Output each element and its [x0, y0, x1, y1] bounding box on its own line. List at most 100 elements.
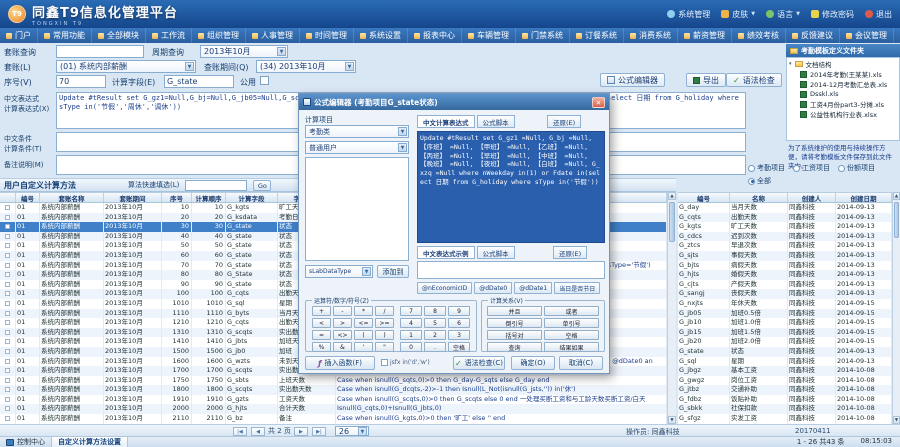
tab-control-center[interactable]: 控制中心 [0, 437, 52, 447]
menu-item-15[interactable]: 反馈建议 [786, 28, 840, 43]
main-header-1[interactable]: 套账名称 [40, 193, 104, 202]
row-select-cell[interactable] [0, 280, 16, 290]
operator-key-11[interactable]: ) [375, 330, 394, 340]
tree-item-0[interactable]: ▾文档结构 [787, 59, 899, 69]
main-header-2[interactable]: 套账期间 [104, 193, 162, 202]
row-select-cell[interactable] [0, 366, 16, 376]
field-header-0[interactable]: 编号 [678, 193, 730, 202]
field-row[interactable]: G_cqts出勤天数同鑫科技2014-09-13 [678, 213, 892, 223]
field-row[interactable]: G_sjts事假天数同鑫科技2014-09-13 [678, 251, 892, 261]
prev-page-button[interactable]: ◀ [251, 427, 265, 436]
expression-editor[interactable]: Update #tResult set G_gz1 =Null, G_bj =N… [417, 131, 605, 243]
radio-filter-0[interactable]: 考勤项目 [748, 163, 785, 173]
function-listbox[interactable] [305, 157, 409, 261]
tree-item-4[interactable]: 工资4月份part3-分摊.xls [787, 99, 899, 109]
operator-key-15[interactable]: " [375, 342, 394, 352]
row-checkbox[interactable] [5, 406, 10, 411]
field-row[interactable]: G_sangj丧假天数同鑫科技2014-09-13 [678, 289, 892, 299]
calc-field-input[interactable] [164, 75, 234, 88]
topbar-button-password[interactable]: 修改密码 [811, 9, 854, 20]
relation-button-7[interactable]: 结果如果 [544, 342, 599, 352]
row-select-cell[interactable] [0, 385, 16, 395]
row-checkbox[interactable] [5, 387, 10, 392]
digit-key-4[interactable]: 5 [424, 318, 446, 328]
topbar-button-sysadmin[interactable]: 系统管理 [667, 9, 710, 20]
relation-button-1[interactable]: 或者 [544, 306, 599, 316]
row-select-cell[interactable] [0, 241, 16, 251]
main-header-0[interactable]: 编号 [16, 193, 40, 202]
restore-top-button[interactable]: 还原(E) [547, 115, 581, 128]
digit-key-8[interactable]: 3 [448, 330, 470, 340]
at-button-2[interactable]: @dDate1 [514, 282, 552, 294]
main-header-3[interactable]: 序号 [162, 193, 192, 202]
operator-key-7[interactable]: >= [375, 318, 394, 328]
digit-key-2[interactable]: 9 [448, 306, 470, 316]
row-checkbox[interactable] [5, 339, 10, 344]
radio-filter-2[interactable]: 份额项目 [838, 163, 875, 173]
menu-item-6[interactable]: 时间管理 [300, 28, 354, 43]
syntax-check-button[interactable]: ✓语法检查 [726, 73, 782, 87]
menu-item-16[interactable]: 会议管理 [840, 28, 894, 43]
menu-item-2[interactable]: 全部模块 [92, 28, 146, 43]
menu-item-4[interactable]: 组织管理 [192, 28, 246, 43]
operator-key-8[interactable]: = [312, 330, 331, 340]
field-header-1[interactable]: 名称 [730, 193, 788, 202]
operator-key-13[interactable]: & [333, 342, 352, 352]
calc-type-select[interactable]: 考勤类▼ [305, 125, 409, 138]
field-row[interactable]: G_cdcs迟到次数同鑫科技2014-09-13 [678, 232, 892, 242]
page-size-select[interactable]: 26▼ [335, 426, 369, 436]
operator-key-9[interactable]: <> [333, 330, 352, 340]
row-checkbox[interactable] [5, 234, 10, 239]
operator-key-4[interactable]: < [312, 318, 331, 328]
row-checkbox[interactable] [5, 253, 10, 258]
field-row[interactable]: G_cjts产假天数同鑫科技2014-09-13 [678, 280, 892, 290]
row-select-cell[interactable] [0, 289, 16, 299]
row-checkbox[interactable] [5, 311, 10, 316]
field-row[interactable]: G_jb05加班0.5倍同鑫科技2014-09-15 [678, 309, 892, 319]
row-checkbox[interactable] [5, 301, 10, 306]
digit-key-5[interactable]: 6 [448, 318, 470, 328]
syntax-flag-checkbox[interactable]: jsfx in('d','w') [381, 359, 430, 366]
menu-item-10[interactable]: 门禁系统 [516, 28, 570, 43]
period-query-select[interactable]: 2013年10月▼ [200, 45, 288, 58]
field-row[interactable]: G_ztcs早退次数同鑫科技2014-09-13 [678, 241, 892, 251]
field-header-3[interactable]: 创建日期 [836, 193, 892, 202]
user-type-select[interactable]: 普通用户▼ [305, 141, 409, 154]
row-checkbox[interactable] [5, 320, 10, 325]
digit-key-9[interactable]: 0 [400, 342, 422, 352]
field-row[interactable]: G_jb10加班1.0倍同鑫科技2014-09-15 [678, 318, 892, 328]
scroll-up-icon[interactable]: ▲ [668, 192, 676, 200]
tab-top-1[interactable]: 公式脚本 [477, 115, 515, 128]
scroll-down-icon[interactable]: ▼ [668, 416, 676, 424]
operator-key-2[interactable]: * [354, 306, 373, 316]
go-button[interactable]: Go [253, 180, 271, 191]
scroll-up-icon[interactable]: ▲ [893, 192, 900, 200]
digit-key-0[interactable]: 7 [400, 306, 422, 316]
field-table-scrollbar[interactable]: ▲ ▼ [892, 192, 900, 424]
menu-item-9[interactable]: 车辆管理 [462, 28, 516, 43]
menu-item-1[interactable]: 常用功能 [38, 28, 92, 43]
row-select-cell[interactable] [0, 251, 16, 261]
dialog-syntax-check-button[interactable]: ✓语法检查(C) [453, 356, 505, 370]
row-select-cell[interactable] [0, 261, 16, 271]
menu-item-12[interactable]: 消费系统 [624, 28, 678, 43]
digit-key-10[interactable]: . [424, 342, 446, 352]
field-row[interactable]: G_kgts旷工天数同鑫科技2014-09-13 [678, 222, 892, 232]
row-select-cell[interactable] [0, 270, 16, 280]
row-select-cell[interactable] [0, 318, 16, 328]
field-row[interactable]: G_jb15加班1.5倍同鑫科技2014-09-15 [678, 328, 892, 338]
row-checkbox[interactable] [5, 378, 10, 383]
insert-function-button[interactable]: ƒ插入函数(F) [305, 356, 375, 370]
row-checkbox[interactable] [5, 359, 10, 364]
relation-button-4[interactable]: 括号对 [487, 330, 542, 340]
row-select-cell[interactable] [0, 328, 16, 338]
row-checkbox[interactable] [5, 243, 10, 248]
menu-item-3[interactable]: 工作流 [146, 28, 192, 43]
tree-item-2[interactable]: 2014-12月考勤汇总表.xls [787, 79, 899, 89]
tab-bottom-1[interactable]: 公式脚本 [477, 246, 515, 259]
at-button-3[interactable]: 当日是否节日 [554, 282, 600, 294]
row-checkbox[interactable] [5, 205, 10, 210]
row-checkbox[interactable] [5, 330, 10, 335]
field-row[interactable]: G_jbgz基本工资同鑫科技2014-10-08 [678, 366, 892, 376]
menu-item-0[interactable]: 门户 [0, 28, 38, 43]
